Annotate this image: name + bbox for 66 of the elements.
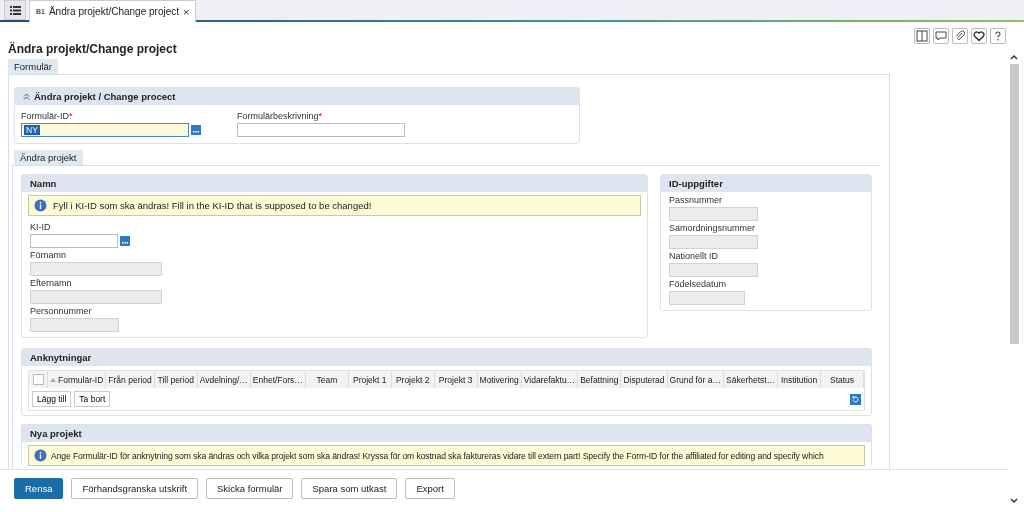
comment-icon[interactable] (933, 28, 949, 44)
column-header[interactable]: Disputerad (621, 371, 668, 388)
column-header[interactable]: Motivering (477, 371, 522, 388)
scroll-up-icon[interactable] (1010, 54, 1018, 60)
column-header[interactable]: Projekt 3 (434, 371, 478, 388)
field-label: Formulär-ID* (21, 111, 74, 122)
close-button[interactable]: × (183, 5, 190, 18)
sort-icon (50, 377, 56, 382)
column-header[interactable]: Från period (106, 371, 155, 388)
column-header[interactable]: Befattning (578, 371, 622, 388)
column-header[interactable]: Status (821, 371, 864, 388)
field-label: KI-ID (30, 222, 52, 233)
panel-title: Namn (30, 178, 57, 189)
panel-title: Nya projekt (30, 428, 82, 439)
field-label: Personnummer (30, 306, 93, 317)
field-label: Nationellt ID (669, 251, 720, 262)
field-label: Förnamn (30, 250, 67, 261)
footer-button[interactable]: Förhandsgranska utskrift (71, 477, 198, 499)
column-header[interactable]: Institution (778, 371, 822, 388)
heart-icon[interactable] (971, 28, 987, 44)
field-label: Formulärbeskrivning* (237, 111, 324, 122)
info-text: Ange Formulär-ID för anknytning som ska ändras och vilka projekt som ska ändras! Kryssa för om kostnad ska faktureras vidare till extern part! Specify the Form-ID for the affiliated for editing and specify which (51, 450, 824, 461)
column-header[interactable]: Säkerhetst… (724, 371, 779, 388)
menu-button[interactable] (4, 0, 26, 20)
input-field[interactable] (237, 123, 405, 137)
tab-label: Ändra projekt/Change project (48, 6, 180, 17)
column-header[interactable]: Projekt 2 (391, 371, 435, 388)
paperclip-icon[interactable] (952, 28, 968, 44)
form-tab[interactable]: Formulär (8, 59, 58, 74)
grid-button[interactable]: Ta bort (74, 391, 111, 407)
section-tab[interactable]: Ändra projekt (14, 150, 83, 165)
help-icon[interactable] (990, 28, 1006, 44)
column-header[interactable]: Enhet/Fors… (250, 371, 306, 388)
page-title: Ändra projekt/Change project (8, 42, 178, 56)
field-label: Samordningsnummer (669, 223, 757, 234)
checkbox[interactable] (32, 374, 44, 385)
lookup-icon[interactable] (191, 125, 201, 135)
info-text: Fyll i KI-ID som ska ändras! Fill in the KI-ID that is supposed to be changed! (53, 200, 372, 211)
panel-title: Ändra projekt / Change procect (34, 91, 176, 102)
column-header[interactable]: Projekt 1 (348, 371, 392, 388)
scroll-down-icon[interactable] (1010, 498, 1018, 504)
footer-button[interactable]: Skicka formulär (206, 477, 294, 499)
footer-button[interactable]: Rensa (14, 477, 64, 499)
collapse-icon[interactable] (23, 93, 30, 100)
refresh-icon[interactable] (850, 393, 861, 405)
column-header[interactable]: Vidarefaktu… (521, 371, 579, 388)
column-header[interactable]: Avdelning/… (197, 371, 251, 388)
lookup-icon[interactable] (120, 236, 130, 246)
footer-button[interactable]: Export (405, 477, 455, 499)
column-header[interactable]: Formulär-ID (48, 371, 107, 388)
info-icon (34, 449, 47, 462)
field-label: Passnummer (669, 195, 723, 206)
field-label: Födelsedatum (669, 279, 728, 290)
menu-icon (9, 5, 21, 15)
column-header[interactable]: Grund för a… (667, 371, 724, 388)
info-icon (34, 199, 47, 212)
columns-icon[interactable] (914, 28, 930, 44)
panel-title: Anknytningar (30, 352, 92, 363)
input-field[interactable] (30, 234, 118, 248)
panel-title: ID-uppgifter (669, 178, 723, 189)
grid-button[interactable]: Lägg till (32, 391, 72, 407)
footer-button[interactable]: Spara som utkast (301, 477, 398, 499)
column-header[interactable]: Till period (154, 371, 198, 388)
input-field[interactable]: NY (21, 123, 189, 137)
field-label: Efternamn (30, 278, 73, 289)
column-header[interactable]: Team (305, 371, 349, 388)
